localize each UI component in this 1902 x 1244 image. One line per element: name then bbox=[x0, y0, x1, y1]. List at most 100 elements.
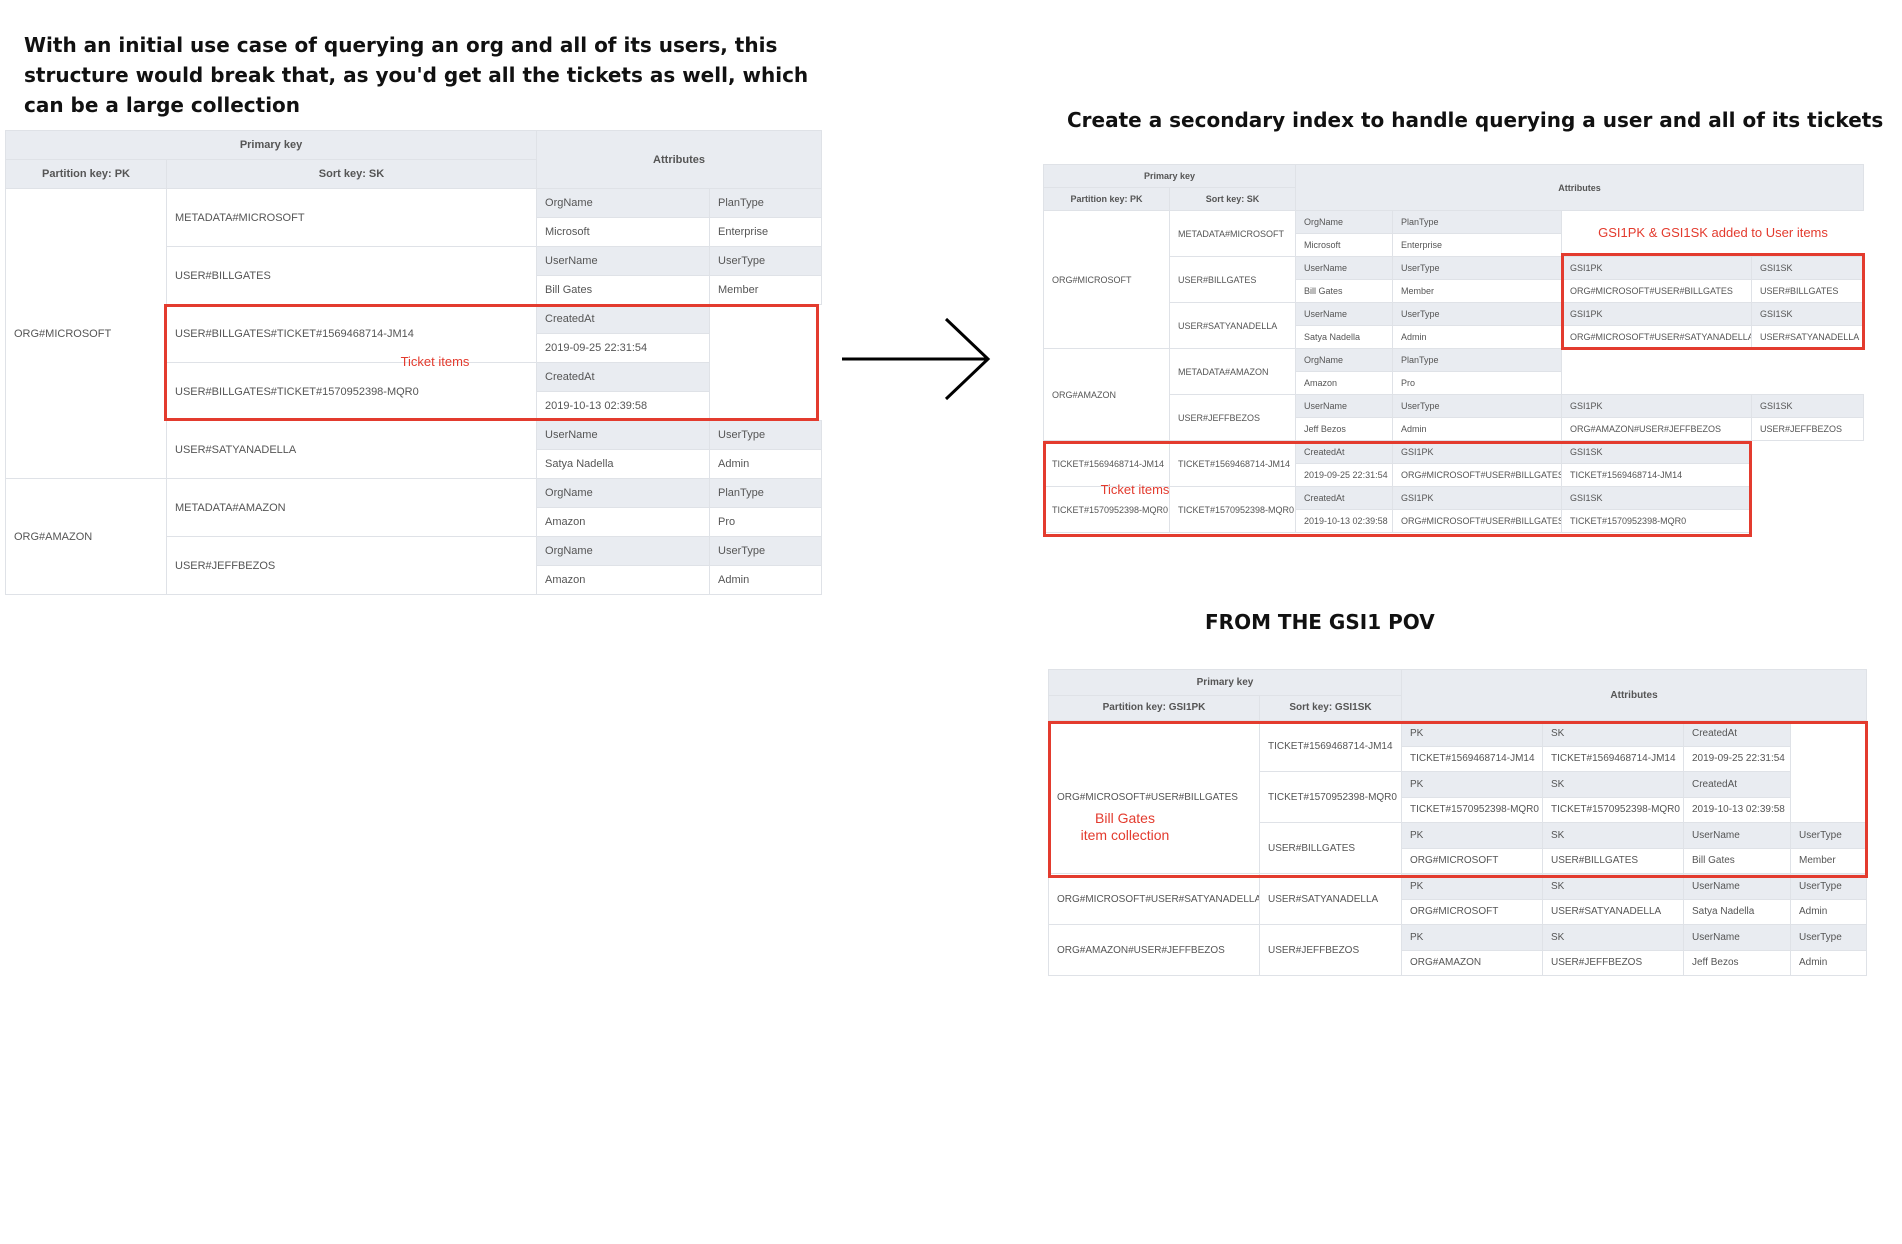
sk-cell: METADATA#MICROSOFT bbox=[1168, 210, 1297, 257]
attr-name: CreatedAt bbox=[536, 362, 711, 392]
sk-cell: METADATA#AMAZON bbox=[1168, 348, 1297, 395]
pk-cell: ORG#MICROSOFT bbox=[1043, 210, 1170, 349]
bill-gates-collection-annotation: Bill Gates item collection bbox=[1060, 810, 1190, 844]
attr-name: UserType bbox=[709, 420, 823, 450]
attr-value: TICKET#1569468714-JM14 bbox=[1561, 463, 1753, 487]
attr-value: Satya Nadella bbox=[1295, 325, 1394, 349]
primary-key-header: Primary key bbox=[4, 130, 538, 160]
pk-cell: TICKET#1569468714-JM14 bbox=[1043, 440, 1170, 487]
sk-cell: TICKET#1570952398-MQR0 bbox=[1168, 486, 1297, 533]
attr-name: UserType bbox=[709, 246, 823, 276]
attr-name: UserName bbox=[536, 420, 711, 450]
attr-value: TICKET#1570952398-MQR0 bbox=[1542, 796, 1684, 823]
attr-value: ORG#MICROSOFT bbox=[1401, 898, 1543, 925]
heading-single-table-problem: With an initial use case of querying an … bbox=[24, 30, 808, 120]
attr-name: UserName bbox=[1683, 924, 1791, 951]
partition-key-header: Partition key: PK bbox=[1043, 187, 1170, 211]
attr-name: UserType bbox=[1392, 302, 1563, 326]
gsi1sk-cell: USER#BILLGATES bbox=[1259, 822, 1402, 874]
sk-cell: METADATA#AMAZON bbox=[165, 478, 538, 537]
sk-cell: USER#SATYANADELLA bbox=[165, 420, 538, 479]
attributes-header: Attributes bbox=[1295, 164, 1865, 211]
primary-key-header: Primary key bbox=[1042, 164, 1297, 188]
heading-line: can be a large collection bbox=[24, 93, 301, 117]
attr-value: Jeff Bezos bbox=[1295, 417, 1394, 441]
empty-cell bbox=[1790, 720, 1867, 823]
attr-name: SK bbox=[1542, 924, 1684, 951]
attr-name: GSI1PK bbox=[1561, 256, 1753, 280]
attr-name: CreatedAt bbox=[1295, 440, 1394, 464]
attr-value: Amazon bbox=[536, 507, 711, 537]
attr-value: Admin bbox=[1392, 325, 1563, 349]
heading-secondary-index: Create a secondary index to handle query… bbox=[1067, 108, 1884, 132]
attr-value: Enterprise bbox=[1392, 233, 1563, 257]
attr-name: UserName bbox=[1295, 302, 1394, 326]
attr-name: SK bbox=[1542, 873, 1684, 900]
attr-name: GSI1PK bbox=[1561, 302, 1753, 326]
gsi1pk-cell: ORG#AMAZON#USER#JEFFBEZOS bbox=[1048, 924, 1260, 976]
attr-value: Satya Nadella bbox=[1683, 898, 1791, 925]
attr-value: Admin bbox=[709, 449, 823, 479]
attr-value: USER#BILLGATES bbox=[1542, 847, 1684, 874]
attr-name: GSI1SK bbox=[1751, 256, 1865, 280]
attr-name: OrgName bbox=[536, 478, 711, 508]
ticket-items-annotation: Ticket items bbox=[1100, 482, 1170, 497]
attr-value: Admin bbox=[1392, 417, 1563, 441]
attr-name: GSI1SK bbox=[1561, 440, 1753, 464]
heading-line: structure would break that, as you'd get… bbox=[24, 63, 809, 87]
heading-line: With an initial use case of querying an … bbox=[24, 33, 778, 57]
attr-value: ORG#MICROSOFT bbox=[1401, 847, 1543, 874]
attr-value: TICKET#1570952398-MQR0 bbox=[1401, 796, 1543, 823]
empty-cell bbox=[1561, 348, 1864, 395]
attr-name: GSI1PK bbox=[1392, 440, 1563, 464]
sk-cell: USER#JEFFBEZOS bbox=[1168, 394, 1297, 441]
attr-value: Bill Gates bbox=[536, 275, 711, 305]
attr-name: UserName bbox=[1683, 822, 1791, 849]
attr-name: PK bbox=[1401, 924, 1543, 951]
attr-value: ORG#MICROSOFT#USER#SATYANADELLA bbox=[1561, 325, 1753, 349]
table-with-gsi: Primary key Attributes Partition key: PK… bbox=[1042, 164, 1865, 533]
attr-name: UserType bbox=[1789, 822, 1868, 849]
attr-value: Microsoft bbox=[1295, 233, 1394, 257]
gsi1sk-cell: TICKET#1569468714-JM14 bbox=[1259, 720, 1402, 772]
attr-name: SK bbox=[1542, 822, 1684, 849]
attr-name: GSI1SK bbox=[1561, 486, 1753, 510]
attr-name: OrgName bbox=[1295, 210, 1394, 234]
gsi1sk-cell: USER#SATYANADELLA bbox=[1259, 873, 1402, 925]
attr-name: PlanType bbox=[1392, 348, 1563, 372]
attr-name: PlanType bbox=[709, 188, 823, 218]
sk-cell: USER#BILLGATES#TICKET#1570952398-MQR0 bbox=[165, 362, 538, 421]
sk-cell: USER#BILLGATES bbox=[165, 246, 538, 305]
attr-name: GSI1SK bbox=[1751, 302, 1865, 326]
attr-value: Jeff Bezos bbox=[1683, 949, 1791, 976]
attr-value: Microsoft bbox=[536, 217, 711, 247]
attr-name: PK bbox=[1401, 822, 1543, 849]
ticket-items-annotation: Ticket items bbox=[400, 354, 470, 369]
pk-cell: ORG#MICROSOFT bbox=[5, 188, 167, 479]
attr-name: CreatedAt bbox=[1683, 771, 1791, 798]
attr-value: Admin bbox=[1789, 898, 1868, 925]
sk-cell: METADATA#MICROSOFT bbox=[165, 188, 538, 247]
attr-value: USER#BILLGATES bbox=[1751, 279, 1865, 303]
attr-name: PK bbox=[1401, 771, 1543, 798]
attr-value: Member bbox=[1789, 847, 1868, 874]
attr-value: ORG#AMAZON bbox=[1401, 949, 1543, 976]
attr-name: SK bbox=[1542, 771, 1684, 798]
annotation-line: item collection bbox=[1080, 827, 1170, 843]
attr-name: UserName bbox=[536, 246, 711, 276]
attr-name: PK bbox=[1401, 873, 1543, 900]
attr-value: TICKET#1569468714-JM14 bbox=[1542, 745, 1684, 772]
primary-key-header: Primary key bbox=[1048, 669, 1402, 696]
attr-value: 2019-09-25 22:31:54 bbox=[1683, 745, 1791, 772]
attr-value: Pro bbox=[709, 507, 823, 537]
partition-key-header: Partition key: PK bbox=[5, 159, 167, 189]
attr-value: TICKET#1570952398-MQR0 bbox=[1561, 509, 1753, 533]
gsi1sk-cell: USER#JEFFBEZOS bbox=[1259, 924, 1402, 976]
attr-name: PK bbox=[1401, 720, 1543, 747]
empty-cell bbox=[709, 304, 822, 421]
pk-cell: ORG#AMAZON bbox=[1043, 348, 1170, 441]
attr-name: GSI1SK bbox=[1751, 394, 1865, 418]
attr-name: UserName bbox=[1683, 873, 1791, 900]
attr-name: OrgName bbox=[536, 536, 711, 566]
attr-value: Enterprise bbox=[709, 217, 823, 247]
